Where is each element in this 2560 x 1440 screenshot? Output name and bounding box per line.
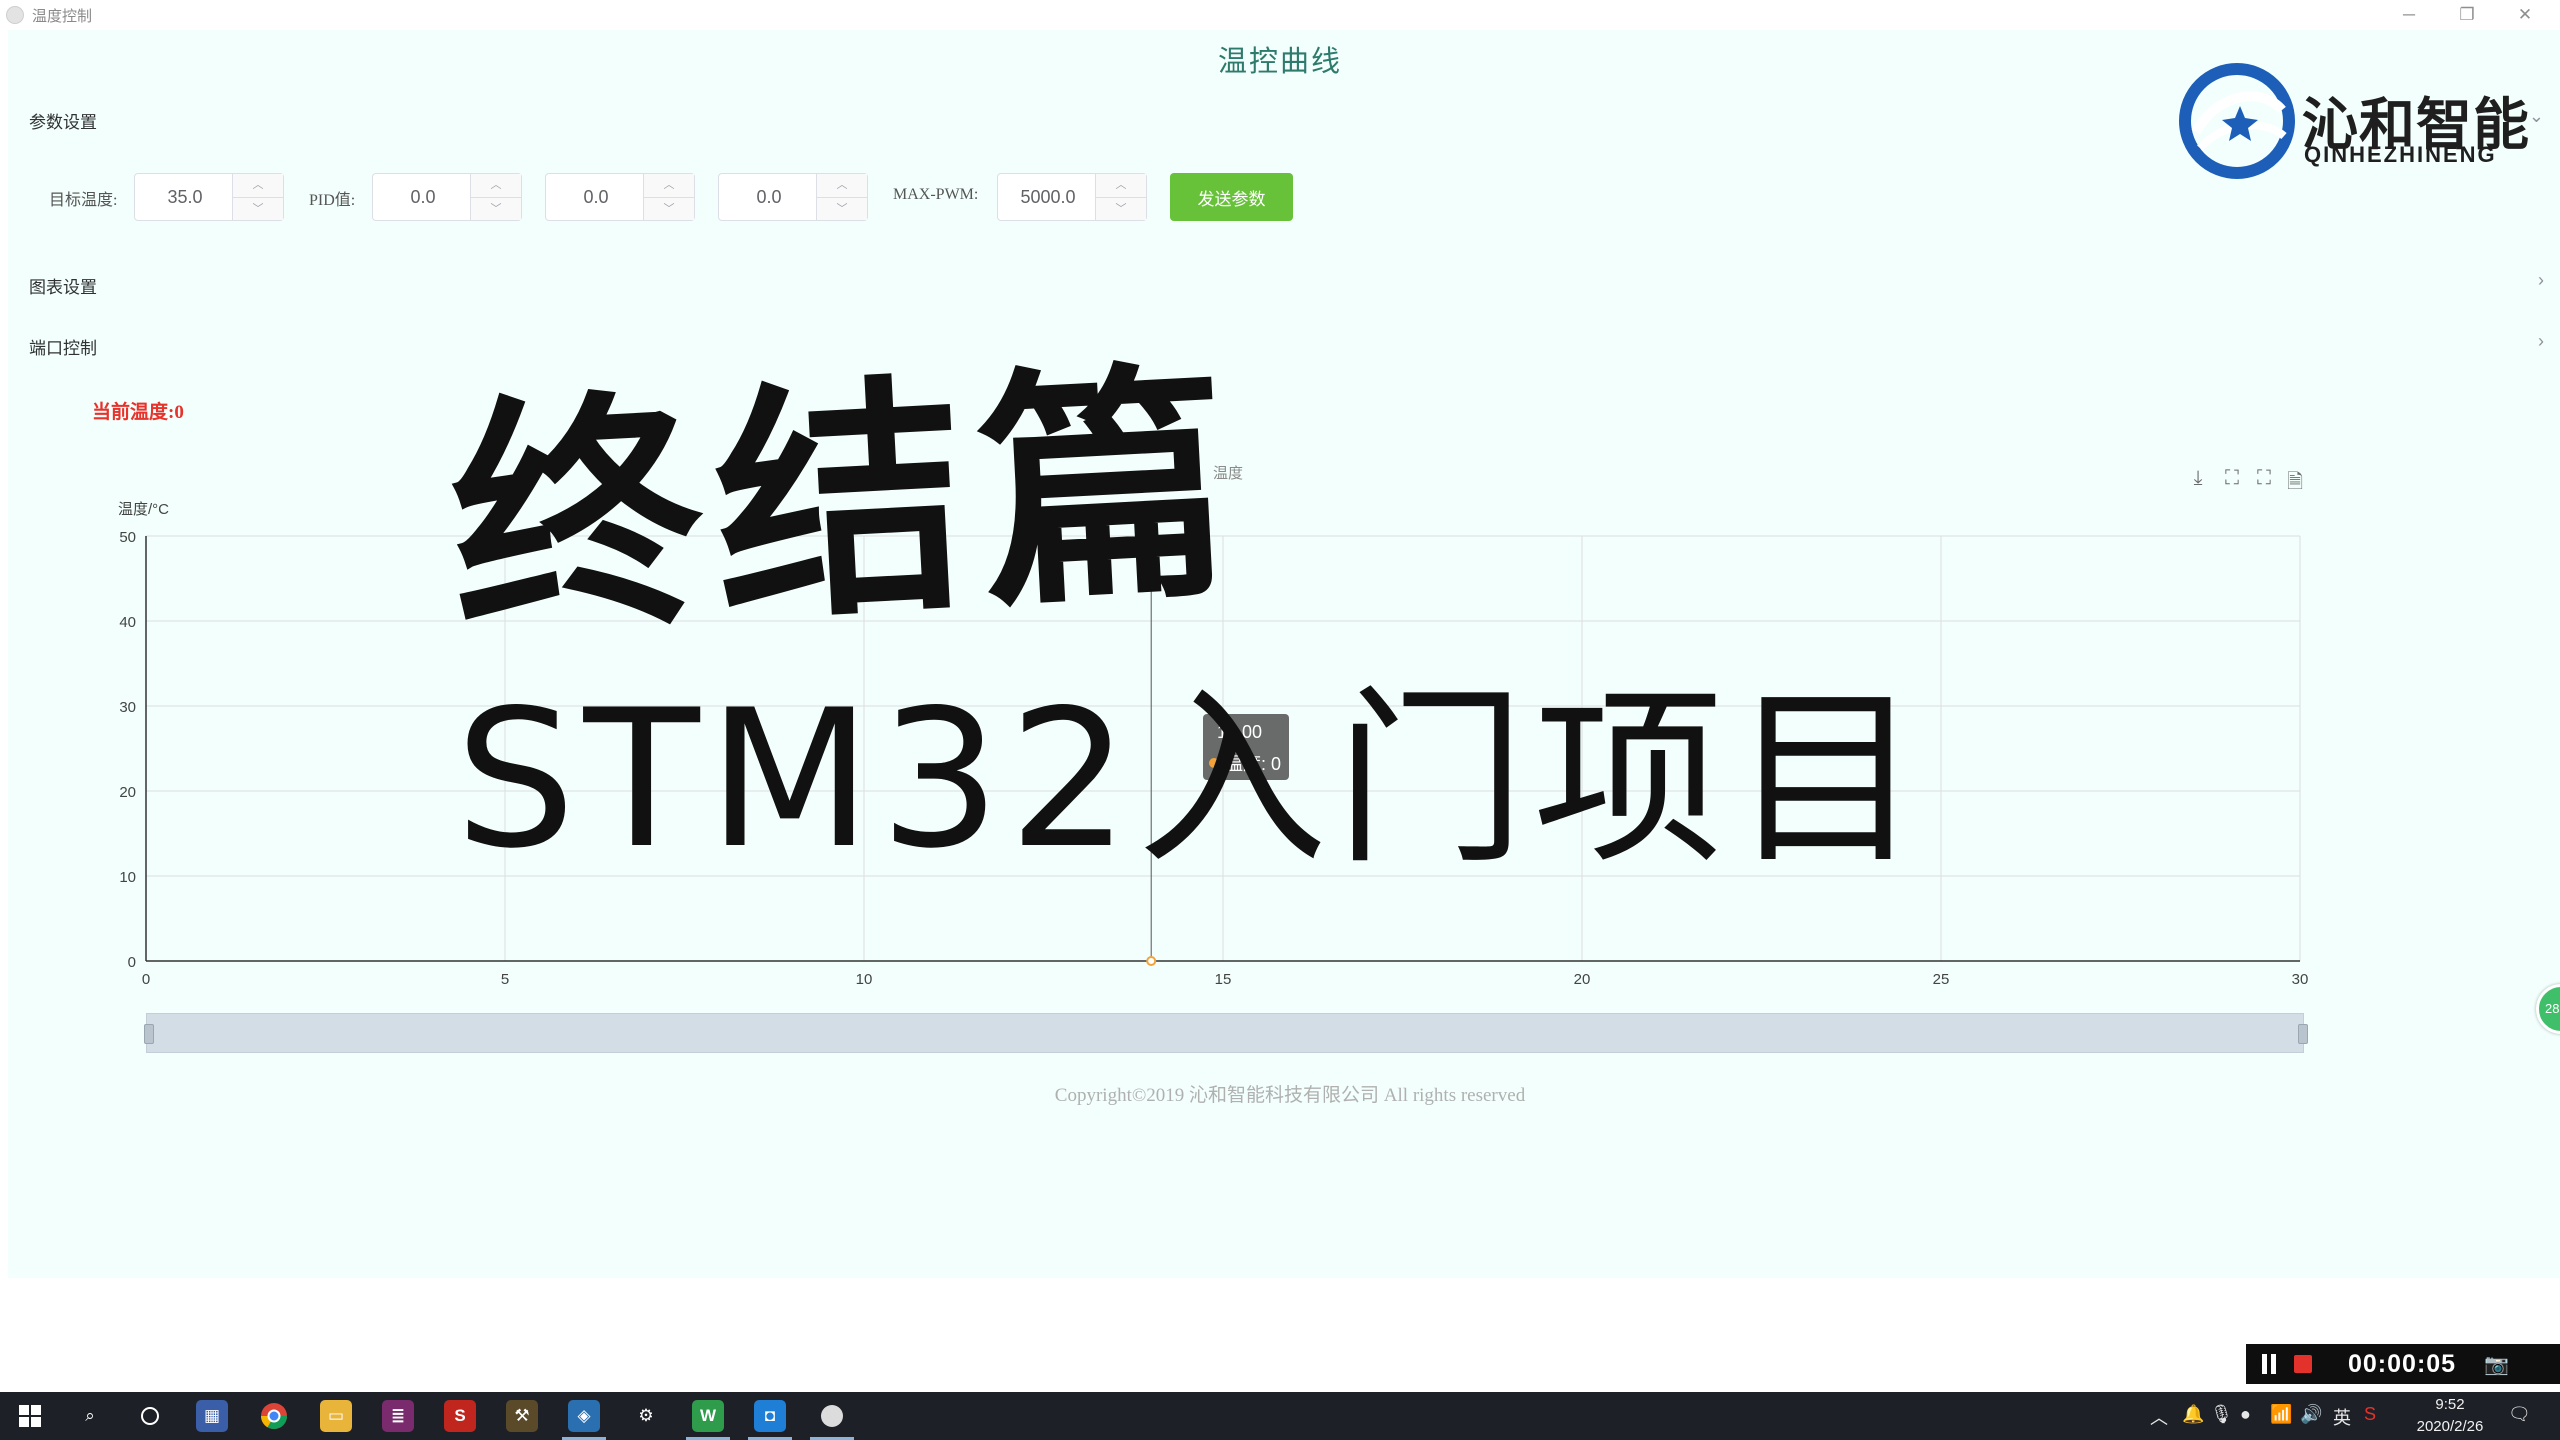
pid-i-value[interactable]: 0.0 <box>546 174 646 220</box>
company-logo: 沁和智能 QINHEZHINENG <box>2178 62 2529 182</box>
clock-time: 9:52 <box>2435 1396 2465 1413</box>
send-params-button[interactable]: 发送参数 <box>1170 173 1293 221</box>
temperature-app-icon[interactable] <box>816 1400 848 1432</box>
tooltip-series: 温度: 0 <box>1209 750 1281 776</box>
window-titlebar: 温度控制 ─ ❐ ✕ <box>0 0 2560 30</box>
max-pwm-stepper[interactable]: ︿ ﹀ <box>1095 174 1146 220</box>
max-pwm-value[interactable]: 5000.0 <box>998 174 1098 220</box>
restore-icon[interactable]: ❐ <box>2438 0 2496 30</box>
decrease-icon[interactable]: ﹀ <box>471 198 521 221</box>
tray-app-icon[interactable]: ● <box>2240 1404 2251 1425</box>
chrome-icon[interactable] <box>258 1400 290 1432</box>
app-green-icon[interactable]: W <box>692 1400 724 1432</box>
decrease-icon[interactable]: ﹀ <box>233 198 283 221</box>
close-icon[interactable]: ✕ <box>2496 0 2554 30</box>
pid-p-stepper[interactable]: ︿ ﹀ <box>470 174 521 220</box>
volume-icon[interactable]: 🔊 <box>2300 1404 2322 1425</box>
tooltip-x: 14.00 <box>1217 722 1263 742</box>
app-editor-icon[interactable]: ≣ <box>382 1400 414 1432</box>
footer-copyright: Copyright©2019 沁和智能科技有限公司 All rights res… <box>1054 1085 1526 1106</box>
app-active-icon[interactable]: ◈ <box>568 1400 600 1432</box>
increase-icon[interactable]: ︿ <box>233 174 283 198</box>
pid-i-stepper[interactable]: ︿ ﹀ <box>643 174 694 220</box>
solidworks-icon[interactable]: S <box>444 1400 476 1432</box>
target-temp-value[interactable]: 35.0 <box>135 174 235 220</box>
chevron-right-icon[interactable]: › <box>2538 270 2544 291</box>
max-pwm-label: MAX-PWM: <box>893 186 979 203</box>
target-temp-label: 目标温度: <box>49 192 118 209</box>
zoom-icon[interactable]: ⛶ <box>2220 467 2244 491</box>
decrease-icon[interactable]: ﹀ <box>817 198 867 221</box>
camera-icon[interactable]: 📷 <box>2484 1352 2509 1377</box>
page-title: 温控曲线 <box>1217 46 1342 78</box>
action-center-icon[interactable]: 🗨 <box>2508 1404 2531 1425</box>
antivirus-icon[interactable]: S <box>2364 1404 2376 1425</box>
ime-indicator[interactable]: 英 <box>2333 1404 2351 1430</box>
window-title: 温度控制 <box>32 7 93 25</box>
increase-icon[interactable]: ︿ <box>1096 174 1146 198</box>
pid-p-value[interactable]: 0.0 <box>373 174 473 220</box>
minimize-icon[interactable]: ─ <box>2380 0 2438 30</box>
target-temp-input[interactable]: 35.0 ︿ ﹀ <box>134 173 284 221</box>
logo-name-en: QINHEZHINENG <box>2304 142 2497 167</box>
current-temp-readout: 当前温度:0 <box>92 402 184 423</box>
pid-d-value[interactable]: 0.0 <box>719 174 819 220</box>
zoom-reset-icon[interactable]: ⛶ <box>2252 467 2276 491</box>
app-blue-icon[interactable]: ◘ <box>754 1400 786 1432</box>
max-pwm-input[interactable]: 5000.0 ︿ ﹀ <box>997 173 1147 221</box>
file-explorer-icon[interactable]: ▭ <box>320 1400 352 1432</box>
pause-icon[interactable] <box>2262 1354 2276 1374</box>
section-chart-settings-header[interactable]: 图表设置 <box>29 273 97 298</box>
series-dot-icon <box>1209 758 1219 768</box>
decrease-icon[interactable]: ﹀ <box>1096 198 1146 221</box>
increase-icon[interactable]: ︿ <box>471 174 521 198</box>
pid-d-input[interactable]: 0.0 ︿ ﹀ <box>718 173 868 221</box>
wifi-icon[interactable]: 📶 <box>2270 1404 2292 1425</box>
decrease-icon[interactable]: ﹀ <box>644 198 694 221</box>
logo-emblem-icon <box>2179 63 2295 179</box>
chevron-down-icon[interactable]: ⌄ <box>2529 106 2544 127</box>
pid-p-input[interactable]: 0.0 ︿ ﹀ <box>372 173 522 221</box>
windows-taskbar: ⌕ ▦ ▭ ≣ S ⚒ ◈ ⚙ W ◘ ︿ 🔔 🎙 ● 📶 🔊 英 S 9:52… <box>0 1392 2560 1440</box>
app-network-icon[interactable]: ⚙ <box>630 1400 662 1432</box>
increase-icon[interactable]: ︿ <box>817 174 867 198</box>
search-icon[interactable]: ⌕ <box>74 1400 106 1432</box>
microphone-icon[interactable]: 🎙 <box>2210 1404 2233 1425</box>
data-view-icon[interactable]: 🗎 <box>2283 467 2307 493</box>
pid-label: PID值: <box>309 192 356 209</box>
pid-i-input[interactable]: 0.0 ︿ ﹀ <box>545 173 695 221</box>
windows-start-icon[interactable] <box>14 1400 46 1432</box>
chart-tooltip: 14.00 温度: 0 <box>1203 714 1289 780</box>
screen-recorder-bar: 00:00:05 📷 <box>2246 1344 2560 1384</box>
recorder-timer: 00:00:05 <box>2348 1349 2457 1378</box>
section-port-control-header[interactable]: 端口控制 <box>29 334 97 359</box>
app-icon <box>6 6 24 24</box>
notification-bell-icon[interactable]: 🔔 <box>2182 1404 2204 1425</box>
increase-icon[interactable]: ︿ <box>644 174 694 198</box>
datazoom-slider[interactable] <box>146 1013 2304 1053</box>
clock-date: 2020/2/26 <box>2416 1418 2484 1435</box>
tooltip-series-value: 温度: 0 <box>1225 754 1282 774</box>
taskbar-clock[interactable]: 9:52 2020/2/26 <box>2390 1394 2510 1438</box>
app-tool-icon[interactable]: ⚒ <box>506 1400 538 1432</box>
tray-overflow-icon[interactable]: ︿ <box>2150 1404 2168 1430</box>
datazoom-right-handle[interactable] <box>2298 1024 2308 1044</box>
download-icon[interactable]: ⤓ <box>2186 467 2210 491</box>
datazoom-left-handle[interactable] <box>144 1024 154 1044</box>
target-temp-stepper[interactable]: ︿ ﹀ <box>232 174 283 220</box>
pid-d-stepper[interactable]: ︿ ﹀ <box>816 174 867 220</box>
section-params-header[interactable]: 参数设置 <box>29 108 97 133</box>
app-calc-icon[interactable]: ▦ <box>196 1400 228 1432</box>
stop-icon[interactable] <box>2294 1355 2312 1373</box>
cortana-icon[interactable] <box>134 1400 166 1432</box>
chevron-right-icon[interactable]: › <box>2538 331 2544 352</box>
